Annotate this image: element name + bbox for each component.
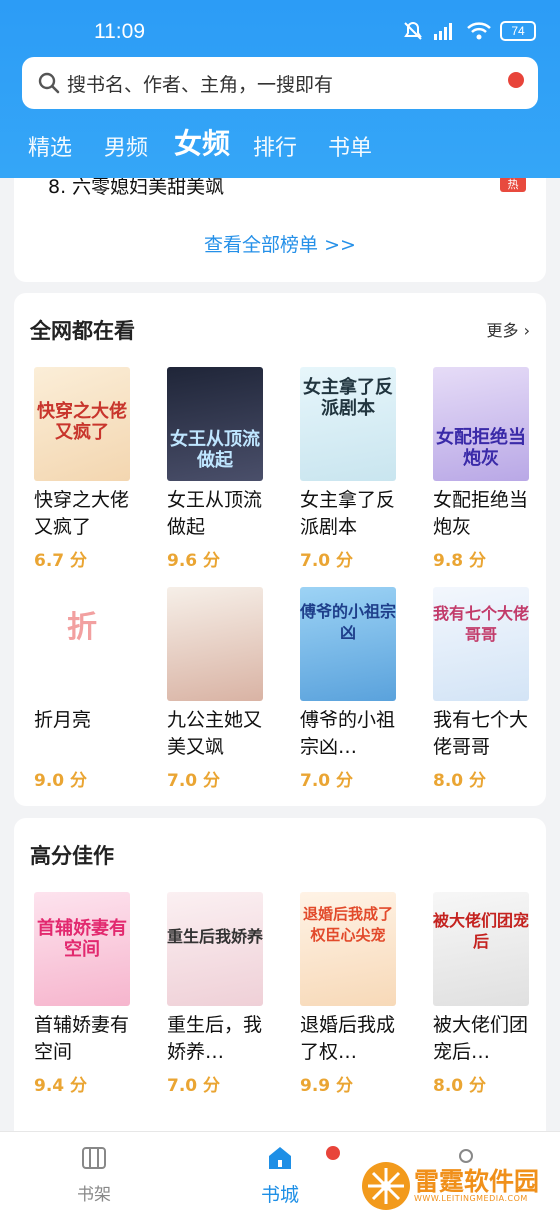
book-title: 退婚后我成了权…: [300, 1014, 396, 1063]
nav-bookstore[interactable]: 书城: [240, 1144, 320, 1207]
mute-icon: [404, 21, 422, 40]
more-label: 更多: [486, 321, 519, 340]
section-title: 高分佳作: [30, 844, 114, 868]
book-score: 8.0 分: [433, 1076, 487, 1096]
book-cover[interactable]: 女王从顶流做起: [167, 367, 263, 481]
channel-tabs: 精选 男频 女频 排行 书单: [0, 118, 560, 172]
rank-item[interactable]: 8. 六零媳妇美甜美飒: [48, 178, 224, 199]
status-icons: 74: [402, 20, 536, 42]
cover-title: 傅爷的小祖宗凶: [300, 602, 396, 642]
book-cover[interactable]: 首辅娇妻有空间: [34, 892, 130, 1006]
notification-dot: [326, 1146, 340, 1160]
tab-male[interactable]: 男频: [104, 130, 148, 162]
book-cover[interactable]: 傅爷的小祖宗凶: [300, 587, 396, 701]
book-score: 9.8 分: [433, 551, 487, 571]
status-time: 11:09: [94, 20, 145, 43]
bookshelf-icon: [82, 1147, 106, 1169]
watermark-url: WWW.LEITINGMEDIA.COM: [414, 1194, 528, 1203]
book-title: 女配拒绝当炮灰: [433, 489, 529, 538]
tab-booklist[interactable]: 书单: [328, 130, 372, 162]
home-icon: [269, 1147, 291, 1169]
search-bar[interactable]: 搜书名、作者、主角，一搜即有: [22, 57, 538, 109]
book-title: 九公主她又美又飒: [167, 709, 263, 758]
book-title: 首辅娇妻有空间: [34, 1014, 130, 1063]
book-title: 被大佬们团宠后…: [433, 1014, 529, 1063]
cover-title: 女王从顶流做起: [170, 429, 260, 471]
book-title: 傅爷的小祖宗凶…: [300, 709, 396, 758]
book-cover[interactable]: 重生后我娇养: [167, 892, 263, 1006]
tab-ranking[interactable]: 排行: [253, 130, 297, 162]
book-score: 9.4 分: [34, 1076, 88, 1096]
book-cover[interactable]: 快穿之大佬又疯了: [34, 367, 130, 481]
book-cover[interactable]: [167, 587, 263, 701]
book-score: 7.0 分: [300, 771, 354, 791]
nav-bookstore-label: 书城: [260, 1184, 299, 1206]
book-title: 快穿之大佬又疯了: [34, 489, 130, 538]
tab-featured[interactable]: 精选: [28, 130, 72, 162]
nav-bookshelf[interactable]: 书架: [54, 1144, 134, 1205]
cover-title: 女配拒绝当炮灰: [436, 427, 526, 469]
book-score: 9.9 分: [300, 1076, 354, 1096]
book-title: 女主拿了反派剧本: [300, 489, 396, 538]
ranking-card: 8. 六零媳妇美甜美飒 热 查看全部榜单 >>: [14, 178, 546, 282]
cover-title: 女主拿了反派剧本: [303, 377, 393, 419]
cover-title: 折: [67, 610, 97, 645]
cover-title: 首辅娇妻有空间: [37, 918, 127, 960]
cover-title: 重生后我娇养: [167, 927, 263, 946]
view-all-rankings-link[interactable]: 查看全部榜单 >>: [14, 230, 546, 257]
book-score: 9.0 分: [34, 771, 88, 791]
watermark-logo: 雷霆软件园 WWW.LEITINGMEDIA.COM: [362, 1162, 558, 1210]
book-title: 折月亮: [34, 709, 92, 731]
book-cover[interactable]: 被大佬们团宠后: [433, 892, 529, 1006]
cover-title: 我有七个大佬哥哥: [433, 604, 529, 644]
search-placeholder: 搜书名、作者、主角，一搜即有: [67, 74, 334, 96]
top-header: 11:09 74 搜书名、作者、主角，一搜即有 精选 男频 女频 排行 书单: [0, 0, 560, 178]
book-cover[interactable]: 退婚后我成了权臣心尖宠: [300, 892, 396, 1006]
signal-icon: [434, 23, 452, 40]
status-bar: 11:09 74: [0, 0, 560, 60]
book-title: 重生后，我娇养…: [167, 1014, 263, 1063]
nav-bookshelf-label: 书架: [77, 1185, 111, 1205]
book-cover[interactable]: 女配拒绝当炮灰: [433, 367, 529, 481]
battery-indicator: 74: [500, 21, 536, 41]
book-title: 我有七个大佬哥哥: [433, 709, 529, 758]
cover-title: 快穿之大佬又疯了: [37, 401, 127, 443]
wifi-icon: [467, 22, 491, 40]
orange-logo-icon: [362, 1162, 410, 1210]
book-score: 8.0 分: [433, 771, 487, 791]
chevron-right-icon: ›: [523, 321, 530, 340]
tab-female[interactable]: 女频: [174, 122, 230, 162]
book-cover[interactable]: 我有七个大佬哥哥: [433, 587, 529, 701]
book-title: 女王从顶流做起: [167, 489, 263, 538]
notification-dot: [508, 72, 524, 88]
book-score: 9.6 分: [167, 551, 221, 571]
section-title: 全网都在看: [30, 319, 135, 343]
cover-title: 被大佬们团宠后: [433, 911, 529, 951]
book-score: 7.0 分: [167, 1076, 221, 1096]
book-score: 7.0 分: [167, 771, 221, 791]
watermark-name: 雷霆软件园: [414, 1167, 540, 1196]
search-icon: [38, 72, 60, 94]
trending-section: 全网都在看 更多 › 快穿之大佬又疯了 快穿之大佬又疯了 6.7 分 女王从顶流…: [14, 293, 546, 806]
book-cover[interactable]: 女主拿了反派剧本: [300, 367, 396, 481]
more-link[interactable]: 更多 ›: [486, 317, 530, 341]
book-score: 7.0 分: [300, 551, 354, 571]
hot-badge: 热: [500, 178, 526, 192]
cover-title: 退婚后我成了权臣心尖宠: [302, 905, 393, 944]
book-score: 6.7 分: [34, 551, 88, 571]
book-cover[interactable]: 折: [34, 587, 130, 701]
